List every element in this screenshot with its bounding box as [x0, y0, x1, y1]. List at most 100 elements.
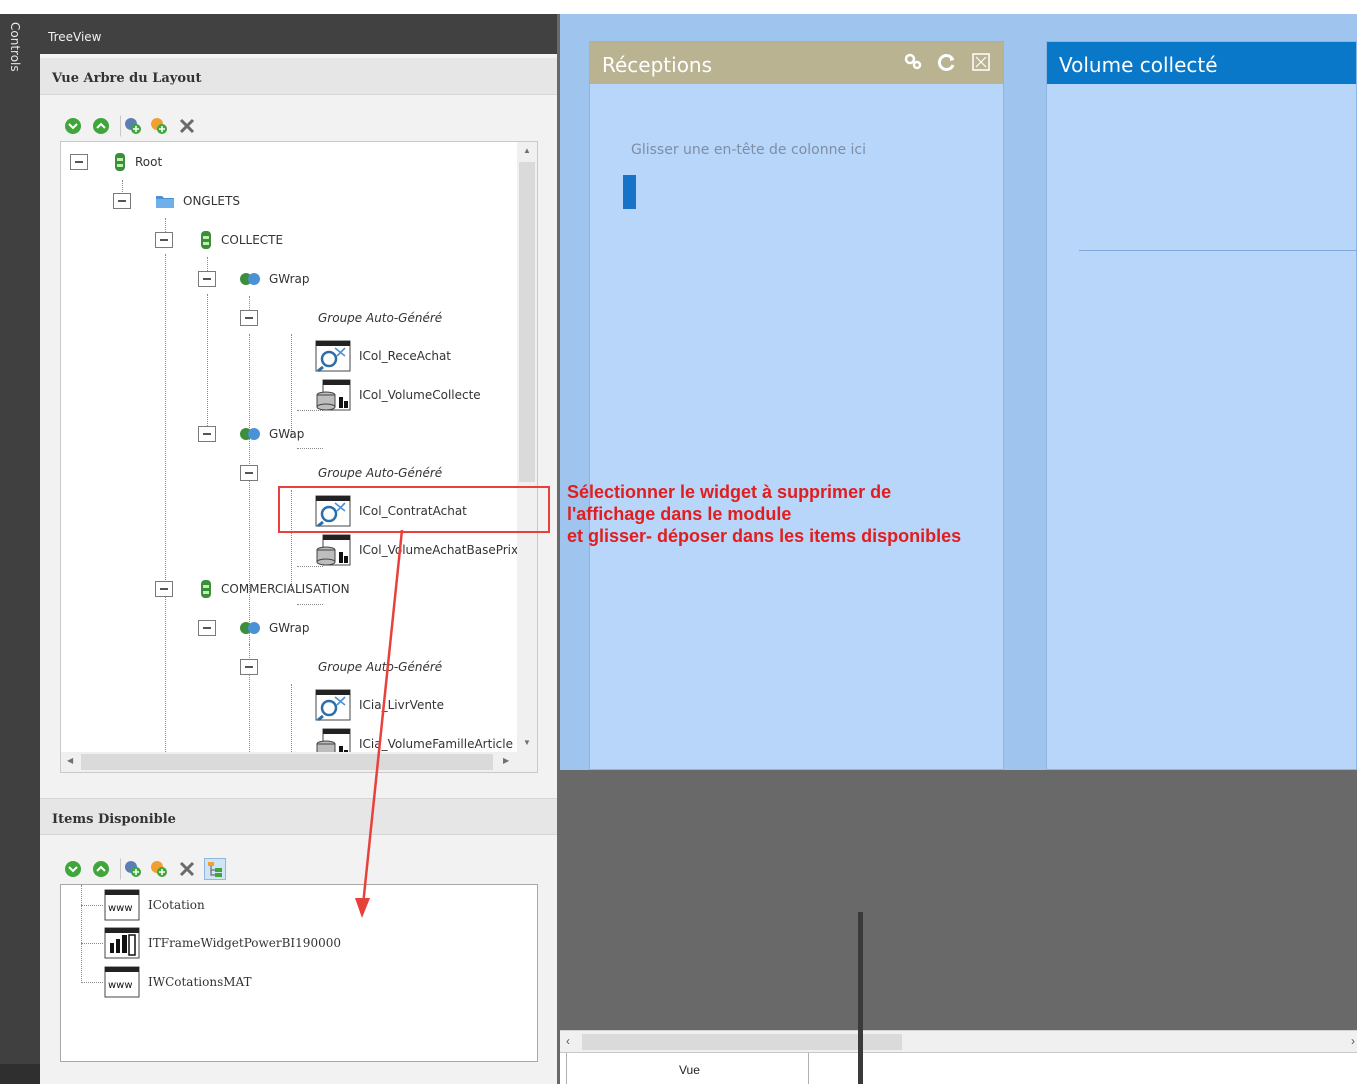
settings-icon[interactable] [903, 52, 923, 72]
available-item[interactable]: www IWCotationsMAT [104, 966, 252, 998]
add-node-icon [125, 118, 141, 134]
scroll-thumb[interactable] [81, 754, 493, 770]
tab-vue[interactable]: Vue [566, 1053, 809, 1084]
collapse-toggle[interactable] [198, 426, 216, 442]
move-up-button[interactable] [90, 858, 112, 880]
annotation-line: et glisser- déposer dans les items dispo… [567, 526, 962, 546]
scroll-thumb[interactable] [582, 1034, 902, 1050]
widget-header-icons [903, 52, 991, 72]
view-tabbar: Vue [560, 1052, 1357, 1084]
controls-side-tab[interactable]: Controls [0, 14, 40, 1084]
folder-icon [156, 196, 174, 208]
collapse-toggle[interactable] [240, 465, 258, 481]
tree-guide [291, 684, 292, 754]
move-up-button[interactable] [90, 115, 112, 137]
tree-node-onglets[interactable]: ONGLETS [155, 186, 240, 216]
tree-node-label: GWap [269, 427, 305, 441]
group-icon [115, 153, 125, 171]
tree-guide [207, 294, 208, 436]
scroll-down-icon[interactable]: ▼ [523, 738, 531, 747]
scroll-left-icon[interactable]: ◀ [67, 756, 73, 765]
treeview-header: TreeView [40, 14, 557, 54]
tree-node-widget[interactable]: ICia_LivrVente [315, 689, 444, 721]
tree-node-root[interactable]: Root [113, 147, 162, 177]
move-down-button[interactable] [62, 858, 84, 880]
delete-button[interactable] [176, 115, 198, 137]
widget-title: Volume collecté [1059, 53, 1218, 77]
tree-node-commercialisation[interactable]: COMMERCIALISATION [199, 574, 350, 604]
treeview-panel: Vue Arbre du Layout Root ONGLETS COLLECT… [40, 54, 557, 1084]
widget-header: Volume collecté [1047, 42, 1356, 84]
widget-receptions[interactable]: Réceptions Glisser une en-tête de colonn… [589, 41, 1004, 770]
scroll-right-icon[interactable]: ▶ [503, 756, 509, 765]
collapse-toggle[interactable] [240, 659, 258, 675]
add-item-button[interactable] [148, 115, 170, 137]
collapse-toggle[interactable] [198, 620, 216, 636]
collapse-toggle[interactable] [155, 232, 173, 248]
tree-node-gwrap[interactable]: GWrap [239, 264, 310, 294]
tree-node-widget[interactable]: ICol_VolumeAchatBasePrix [315, 534, 518, 566]
expand-icon[interactable] [971, 52, 991, 72]
move-up-icon [93, 861, 109, 877]
collapse-toggle[interactable] [240, 310, 258, 326]
controls-tab-label: Controls [8, 22, 22, 72]
refresh-icon[interactable] [937, 52, 957, 72]
annotation-instructions: Sélectionner le widget à supprimer de l'… [567, 481, 961, 547]
tree-node-label: Groupe Auto-Généré [318, 311, 443, 325]
layout-tree-toolbar [62, 114, 198, 138]
add-node-button[interactable] [120, 115, 142, 137]
tree-node-widget[interactable]: ICol_ReceAchat [315, 340, 451, 372]
tree-guide [81, 943, 103, 944]
add-item-button[interactable] [148, 858, 170, 880]
tree-node-label: ICol_VolumeCollecte [359, 388, 481, 402]
chart-widget-icon [315, 689, 351, 721]
scroll-left-icon[interactable]: ‹ [566, 1034, 570, 1048]
chart-axis-line [1079, 250, 1357, 251]
tree-node-label: GWrap [269, 272, 310, 286]
move-down-icon [65, 861, 81, 877]
tree-node-group[interactable]: Groupe Auto-Généré [318, 303, 442, 333]
items-section-title: Items Disponible [52, 812, 176, 827]
group-by-drop-hint: Glisser une en-tête de colonne ici [631, 142, 866, 158]
data-widget-icon [316, 379, 351, 411]
delete-button[interactable] [176, 858, 198, 880]
chart-widget-icon [315, 340, 351, 372]
widget-volume-collecte[interactable]: Volume collecté [1046, 41, 1357, 770]
collapse-toggle[interactable] [113, 193, 131, 209]
available-item[interactable]: www ICotation [104, 889, 205, 921]
add-node-button[interactable] [120, 858, 142, 880]
collapse-toggle[interactable] [70, 154, 88, 170]
designer-canvas[interactable]: Réceptions Glisser une en-tête de colonn… [557, 14, 1357, 1084]
row-indicator [623, 175, 636, 209]
delete-icon [179, 118, 195, 134]
scroll-right-icon[interactable]: › [1351, 1034, 1355, 1048]
tree-node-widget[interactable]: ICol_VolumeCollecte [315, 379, 481, 411]
treeview-title: TreeView [48, 30, 102, 44]
tree-node-gwrap[interactable]: GWrap [239, 613, 310, 643]
tree-view-toggle-button[interactable] [204, 858, 226, 880]
group-icon [201, 231, 211, 249]
splitter-handle[interactable] [858, 912, 863, 1084]
move-down-button[interactable] [62, 115, 84, 137]
available-items-list[interactable]: www ICotation ITFrameWidgetPowerBI190000… [60, 884, 538, 1062]
collapse-toggle[interactable] [198, 271, 216, 287]
tree-vertical-scrollbar[interactable]: ▲ ▼ [517, 142, 537, 754]
tree-node-gwap[interactable]: GWap [239, 419, 304, 449]
widget-header: Réceptions [590, 42, 1003, 84]
annotation-line: Sélectionner le widget à supprimer de [567, 482, 892, 502]
scroll-thumb[interactable] [519, 162, 535, 482]
tree-horizontal-scrollbar[interactable]: ◀ ▶ [61, 752, 537, 772]
tree-guide [81, 982, 103, 983]
available-item-label: IWCotationsMAT [148, 975, 252, 989]
group-icon [201, 580, 211, 598]
tree-guide [81, 885, 82, 983]
tree-node-group[interactable]: Groupe Auto-Généré [318, 458, 442, 488]
widget-title: Réceptions [602, 53, 713, 77]
canvas-horizontal-scrollbar[interactable]: ‹ › [560, 1030, 1357, 1052]
collapse-toggle[interactable] [155, 581, 173, 597]
layout-tree[interactable]: Root ONGLETS COLLECTE GWrap Groupe Auto-… [60, 141, 538, 773]
tree-node-collecte[interactable]: COLLECTE [199, 225, 283, 255]
available-item[interactable]: ITFrameWidgetPowerBI190000 [104, 927, 341, 959]
scroll-up-icon[interactable]: ▲ [523, 146, 531, 155]
tree-node-group[interactable]: Groupe Auto-Généré [318, 652, 442, 682]
